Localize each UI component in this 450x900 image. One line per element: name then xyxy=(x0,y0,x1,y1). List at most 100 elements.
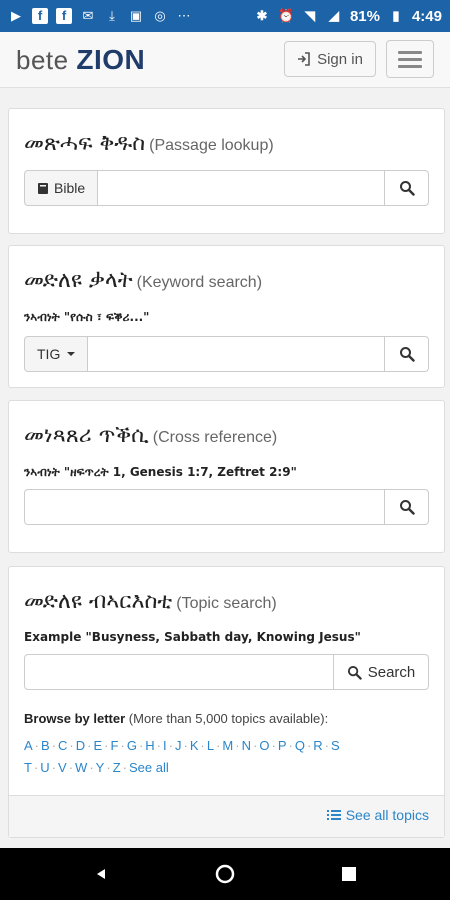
android-nav-bar xyxy=(0,848,450,900)
mail-icon: ✉ xyxy=(82,8,94,23)
letter-link-h[interactable]: H xyxy=(145,738,154,753)
letter-separator: · xyxy=(89,760,94,775)
facebook-icon: f xyxy=(56,8,72,24)
letter-link-y[interactable]: Y xyxy=(96,760,105,775)
bible-selector[interactable]: Bible xyxy=(24,170,99,206)
letter-link-b[interactable]: B xyxy=(41,738,50,753)
letter-link-f[interactable]: F xyxy=(111,738,119,753)
letter-separator: · xyxy=(69,738,74,753)
letter-link-g[interactable]: G xyxy=(127,738,137,753)
letter-link-a[interactable]: A xyxy=(24,738,33,753)
more-icon: ⋯ xyxy=(177,8,191,23)
sign-in-button[interactable]: Sign in xyxy=(284,41,376,77)
wifi-icon: ◥ xyxy=(304,8,315,23)
letter-separator: · xyxy=(288,738,293,753)
letter-separator: · xyxy=(271,738,276,753)
letter-separator: · xyxy=(51,760,57,775)
menu-button[interactable] xyxy=(386,40,434,78)
letter-separator: · xyxy=(122,760,127,775)
letter-link-q[interactable]: Q xyxy=(295,738,305,753)
cross-reference-search-button[interactable] xyxy=(385,489,429,525)
topic-search-title: መድለዩ ብኣርእስቲ (Topic search) xyxy=(24,589,277,614)
letter-link-e[interactable]: E xyxy=(94,738,103,753)
signal-icon: ◢ xyxy=(328,8,339,23)
see-all-topics-label: See all topics xyxy=(345,807,429,823)
brand-logo[interactable]: bete ZION xyxy=(16,44,145,76)
letter-link-s[interactable]: S xyxy=(331,738,340,753)
hamburger-icon xyxy=(398,50,422,54)
search-label: Search xyxy=(367,663,416,681)
cross-reference-example: ንኣብነት "ዘፍጥረት 1, Genesis 1:7, Zeftret 2:9… xyxy=(24,465,297,479)
letter-link-l[interactable]: L xyxy=(207,738,214,753)
letter-link-v[interactable]: V xyxy=(58,760,67,775)
browse-by-letter: Browse by letter (More than 5,000 topics… xyxy=(24,711,329,726)
letter-link-d[interactable]: D xyxy=(76,738,85,753)
keyword-input[interactable] xyxy=(88,336,385,372)
letter-link-r[interactable]: R xyxy=(313,738,322,753)
letter-separator: · xyxy=(34,738,40,753)
cross-reference-input-group xyxy=(24,489,429,525)
search-icon xyxy=(399,181,415,196)
see-all-letters-link[interactable]: See all xyxy=(129,760,169,775)
search-icon xyxy=(399,347,415,362)
keyword-search-button[interactable] xyxy=(385,336,429,372)
search-icon xyxy=(399,500,415,515)
book-icon xyxy=(38,182,48,194)
see-all-topics-link[interactable]: See all topics xyxy=(326,807,429,823)
letter-link-t[interactable]: T xyxy=(24,760,32,775)
passage-search-button[interactable] xyxy=(385,170,429,206)
letter-link-w[interactable]: W xyxy=(75,760,87,775)
keyword-search-title: መድለዩ ቃላት (Keyword search) xyxy=(24,268,263,293)
letter-link-p[interactable]: P xyxy=(278,738,287,753)
passage-input-group: Bible xyxy=(24,170,429,206)
letter-separator: · xyxy=(68,760,74,775)
letter-separator: · xyxy=(51,738,57,753)
letter-separator: · xyxy=(306,738,312,753)
letter-separator: · xyxy=(324,738,330,753)
bible-label: Bible xyxy=(54,180,86,196)
letter-link-u[interactable]: U xyxy=(40,760,49,775)
caret-down-icon xyxy=(67,352,76,356)
status-bar: ▶ f f ✉ ⤓ ▣ ◎ ⋯ ✱ ⏰ ◥ ◢ 81% ▮ 4:49 xyxy=(0,0,450,32)
notification-icons: ▶ f f ✉ ⤓ ▣ ◎ ⋯ xyxy=(8,8,192,24)
letter-separator: · xyxy=(33,760,39,775)
letter-separator: · xyxy=(216,738,221,753)
letter-link-o[interactable]: O xyxy=(259,738,269,753)
keyword-input-group: TIG xyxy=(24,336,429,372)
site-header: bete ZION Sign in xyxy=(0,32,450,88)
list-icon xyxy=(326,810,341,820)
cross-reference-input[interactable] xyxy=(24,489,385,525)
passage-lookup-panel: መጽሓፍ ቅዱስ (Passage lookup) Bible xyxy=(8,108,445,234)
passage-input[interactable] xyxy=(98,170,385,206)
alarm-icon: ⏰ xyxy=(277,8,295,23)
search-icon xyxy=(347,665,362,680)
translation-dropdown[interactable]: TIG xyxy=(24,336,89,372)
letter-link-j[interactable]: J xyxy=(175,738,182,753)
recents-icon[interactable] xyxy=(342,867,356,881)
topic-input[interactable] xyxy=(24,654,334,690)
brand-prefix: bete xyxy=(16,45,69,75)
letter-link-m[interactable]: M xyxy=(222,738,233,753)
cross-reference-title: መነጻጸሪ ጥቕሲ (Cross reference) xyxy=(24,423,278,448)
letter-separator: · xyxy=(235,738,240,753)
letter-separator: · xyxy=(168,738,173,753)
passage-lookup-title: መጽሓፍ ቅዱስ (Passage lookup) xyxy=(24,131,274,156)
back-icon[interactable] xyxy=(97,869,105,879)
letter-link-i[interactable]: I xyxy=(163,738,167,753)
cross-reference-panel: መነጻጸሪ ጥቕሲ (Cross reference) ንኣብነት "ዘፍጥረት … xyxy=(8,400,445,553)
keyword-example: ንኣብነት "የሱስ ፣ ፍቕሪ..." xyxy=(24,310,150,324)
letter-link-n[interactable]: N xyxy=(242,738,251,753)
topic-search-button[interactable]: Search xyxy=(334,654,429,690)
translation-label: TIG xyxy=(37,346,61,362)
sign-in-icon xyxy=(298,52,310,66)
messenger-icon: ◎ xyxy=(154,8,166,23)
topic-panel-footer: See all topics xyxy=(9,795,444,837)
brand-main: ZION xyxy=(76,44,146,75)
letter-link-c[interactable]: C xyxy=(58,738,67,753)
letter-separator: · xyxy=(87,738,92,753)
battery-icon: ▮ xyxy=(392,8,400,23)
letter-link-z[interactable]: Z xyxy=(113,760,121,775)
letter-links-row-2: T · U · V · W · Y · Z · See all xyxy=(24,757,434,779)
letter-link-k[interactable]: K xyxy=(190,738,199,753)
home-icon[interactable] xyxy=(215,864,235,884)
